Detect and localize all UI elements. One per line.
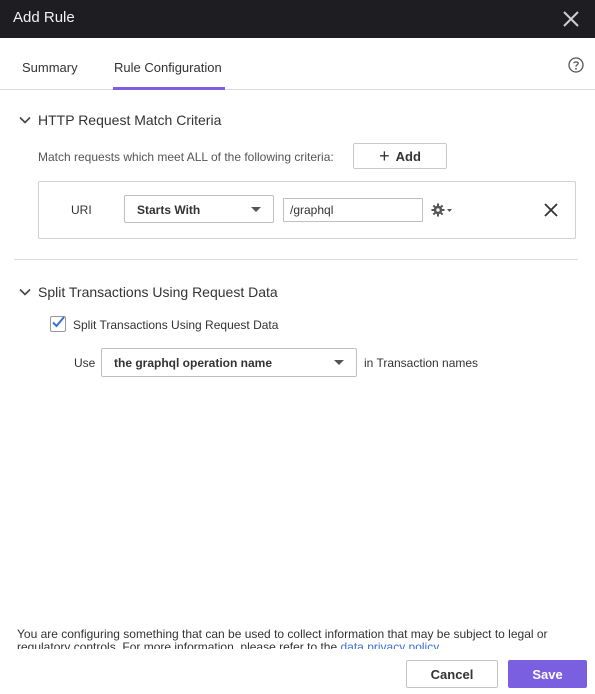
chevron-down-icon (19, 116, 31, 124)
dropdown-caret-icon (334, 360, 344, 365)
gear-icon[interactable] (430, 202, 454, 218)
dropdown-caret-icon (251, 207, 261, 212)
add-criteria-label: Add (395, 148, 421, 164)
add-criteria-button[interactable]: + Add (353, 143, 447, 169)
cancel-button[interactable]: Cancel (406, 660, 498, 688)
section-divider (14, 259, 578, 260)
criteria-operator-select[interactable]: Starts With (124, 195, 274, 223)
http-match-section-heading: HTTP Request Match Criteria (38, 112, 222, 128)
transaction-names-suffix: in Transaction names (364, 356, 479, 370)
split-section-toggle[interactable]: Split Transactions Using Request Data (18, 284, 278, 300)
active-tab-indicator (113, 87, 225, 90)
request-data-select[interactable]: the graphql operation name (101, 348, 357, 377)
dialog-title: Add Rule (13, 9, 75, 26)
tab-rule-configuration[interactable]: Rule Configuration (114, 60, 222, 75)
tab-bar: Summary Rule Configuration (0, 38, 595, 90)
use-label: Use (74, 356, 96, 370)
privacy-notice-text: You are configuring something that can b… (17, 628, 548, 649)
split-transactions-checkbox[interactable] (50, 316, 66, 332)
privacy-policy-link[interactable]: data privacy policy (341, 640, 440, 650)
save-button[interactable]: Save (508, 660, 587, 688)
tab-summary[interactable]: Summary (22, 60, 78, 75)
dialog-titlebar: Add Rule (0, 0, 595, 38)
chevron-down-icon (19, 288, 31, 296)
match-criteria-description: Match requests which meet ALL of the fol… (38, 150, 334, 164)
criteria-field-label: URI (71, 203, 92, 217)
plus-icon: + (379, 146, 390, 166)
check-icon (52, 316, 65, 328)
split-transactions-label: Split Transactions Using Request Data (73, 318, 279, 332)
http-match-section-toggle[interactable]: HTTP Request Match Criteria (18, 112, 221, 128)
close-icon[interactable] (561, 9, 581, 29)
privacy-notice: You are configuring something that can b… (17, 628, 577, 649)
criteria-operator-value: Starts With (137, 203, 201, 217)
help-icon[interactable] (568, 57, 584, 73)
remove-criteria-icon[interactable] (543, 202, 559, 218)
split-section-heading: Split Transactions Using Request Data (38, 284, 278, 300)
request-data-value: the graphql operation name (114, 356, 273, 370)
criteria-value-input[interactable] (283, 198, 423, 222)
